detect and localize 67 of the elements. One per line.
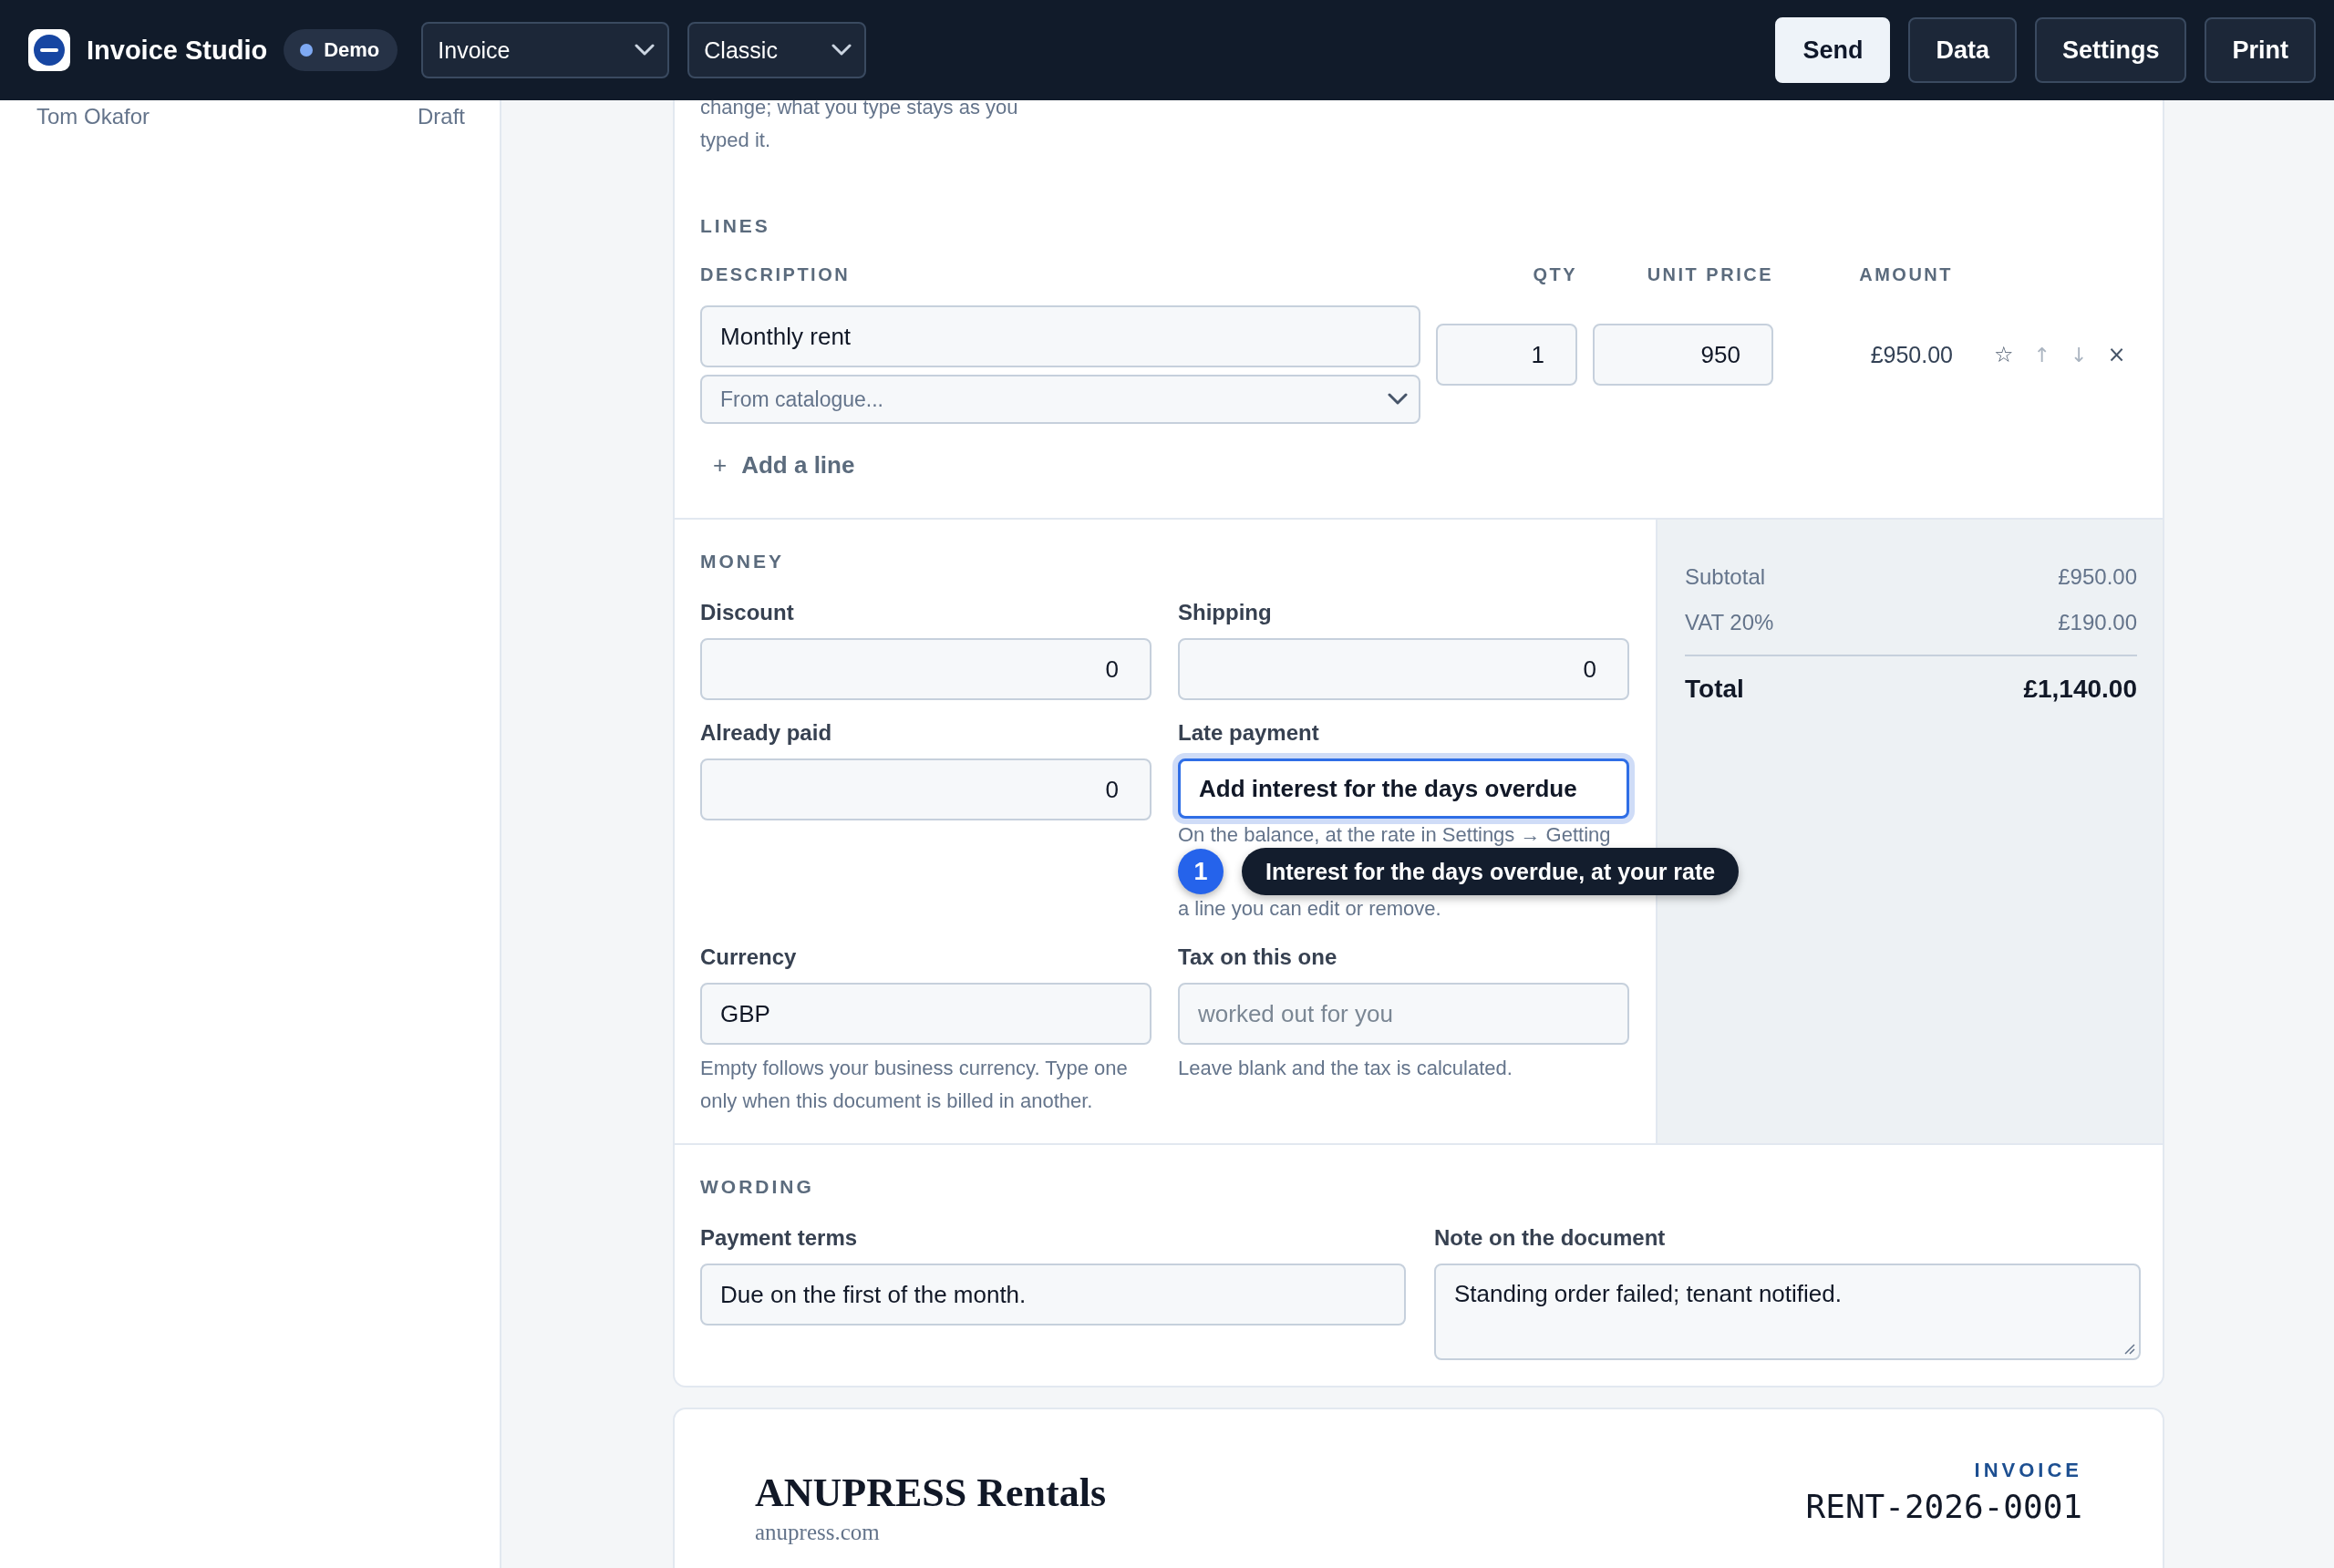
section-title: MONEY [700,551,785,573]
select-value: Invoice [438,36,511,64]
toolbar-button[interactable]: Send [1775,17,1891,83]
total-value: £190.00 [2058,609,2137,636]
select-value: Classic [704,36,778,64]
grand-total-value: £1,140.00 [2023,674,2137,705]
amount-text: £950.00 [1869,341,1953,368]
column-header: AMOUNT [1858,264,1953,285]
app-name: Invoice Studio [87,35,268,66]
logo-icon [28,29,70,71]
total-label: VAT 20% [1685,609,1774,636]
plus-icon: + [713,451,728,480]
placeholder-text: worked out for you [1198,999,1393,1028]
status-label: Draft [418,104,465,129]
select-placeholder: From catalogue... [720,387,883,412]
input-field[interactable]: 0 [1178,638,1629,700]
field-label: Shipping [1178,600,1273,625]
step-badge: 1 [1178,849,1224,894]
document-type-select[interactable]: Invoice [421,22,670,78]
total-label: Subtotal [1685,563,1766,591]
chevron-icon [1388,393,1408,406]
field-label: Currency [700,944,798,970]
business-name: ANUPRESS Rentals [755,1470,1107,1516]
star-button[interactable]: ☆ [1994,342,2014,367]
document-number: RENT-2026-0001 [1805,1488,2082,1525]
business-website: anupress.com [755,1520,881,1545]
help-text: On the balance, at the rate in Settings → Getting [1178,822,1612,848]
input-field[interactable]: 0 [700,758,1152,820]
toolbar-button[interactable]: Data [1908,17,2017,83]
catalogue-select[interactable]: From catalogue... [700,375,1420,424]
help-text: change; what you type stays as you typed it. [700,95,1019,153]
field-label: Tax on this one [1178,944,1338,970]
field-label: Payment terms [700,1225,859,1251]
description-field[interactable]: Monthly rent [700,305,1420,367]
section-title: LINES [700,215,771,237]
help-text: Empty follows your business currency. Type one only when this document is billed in another. [700,1056,1129,1114]
template-select[interactable]: Classic [687,22,867,78]
toolbar-button[interactable]: Print [2205,17,2316,83]
input-field[interactable]: Due on the first of the month. [700,1264,1406,1326]
field-label: Discount [700,600,795,625]
grand-total-label: Total [1685,674,1744,705]
field-label: Already paid [700,720,833,746]
unit-price-field[interactable]: 950 [1593,324,1773,386]
add-line-button[interactable]: + Add a line [713,451,855,480]
column-header: UNIT PRICE [1646,264,1773,285]
help-text: a line you can edit or remove. [1178,896,1442,922]
chevron-icon [831,44,852,57]
chevron-icon [635,44,656,57]
document-type: INVOICE [1973,1459,2082,1482]
section-title: WORDING [700,1176,815,1198]
badge-label: Demo [324,38,380,62]
client-name[interactable]: Tom Okafor [36,104,150,129]
quantity-field[interactable]: 1 [1436,324,1577,386]
status-dot-icon [300,44,314,57]
field-label: Note on the document [1434,1225,1667,1251]
toolbar-button[interactable]: Settings [2034,17,2187,83]
field-label: Late payment [1178,720,1320,746]
text-area[interactable]: Standing order failed; tenant notified. [1434,1264,2141,1360]
resize-grip-icon [2122,1342,2135,1355]
tooltip: Interest for the days overdue, at your rate [1242,848,1740,895]
total-value: £950.00 [2058,563,2137,591]
input-field[interactable]: 0 [700,638,1152,700]
column-header: DESCRIPTION [700,264,852,285]
column-header: QTY [1532,264,1577,285]
help-text: Leave blank and the tax is calculated. [1178,1056,1513,1081]
input-field[interactable]: GBP [700,983,1152,1045]
remove-button[interactable]: × [2107,342,2126,367]
